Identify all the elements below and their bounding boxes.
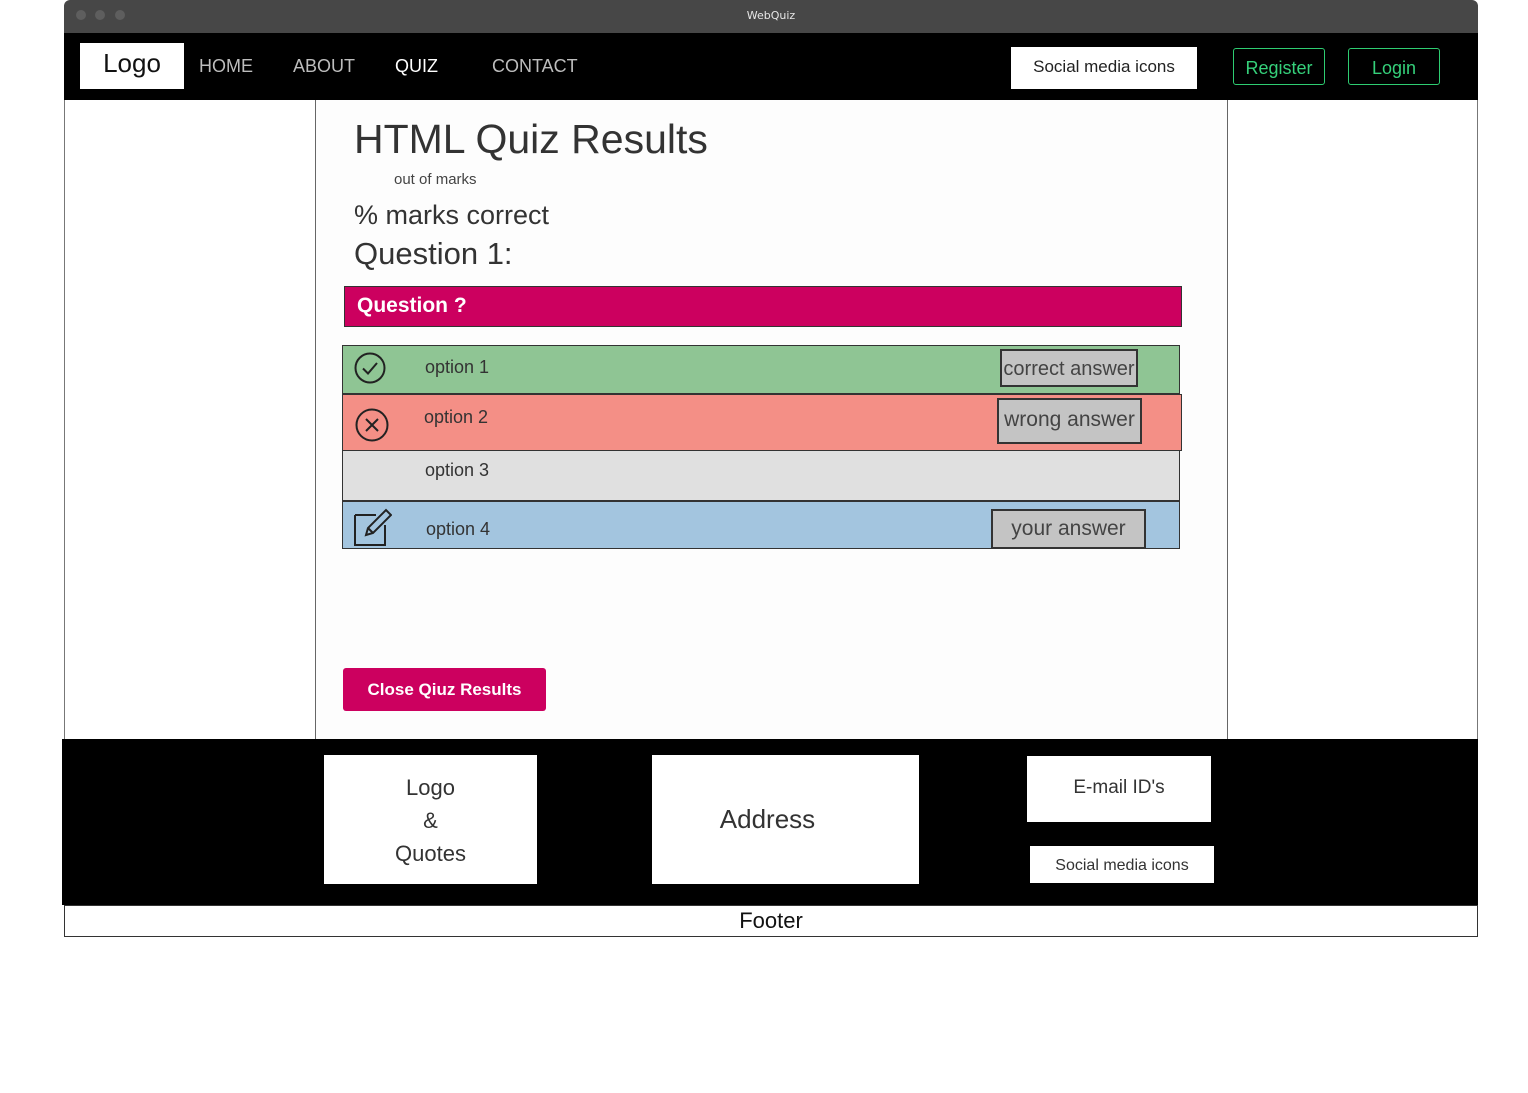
register-button[interactable]: Register: [1233, 48, 1325, 85]
footer-quotes-line: Quotes: [395, 841, 466, 866]
footer-address: Address: [652, 755, 919, 884]
login-button[interactable]: Login: [1348, 48, 1440, 85]
question-text: Question ?: [357, 294, 467, 317]
option-row-neutral: option 3: [342, 450, 1180, 501]
question-number: Question 1:: [354, 236, 513, 271]
footer-logo-line: Logo: [406, 775, 455, 800]
page-title: HTML Quiz Results: [354, 116, 708, 162]
question-bar: Question ?: [344, 286, 1182, 327]
footer-label: Footer: [64, 905, 1478, 937]
option-row-selected: option 4 your answer: [342, 501, 1180, 549]
option-row-correct: option 1 correct answer: [342, 345, 1180, 394]
navbar: Logo HOME ABOUT QUIZ CONTACT Social medi…: [64, 33, 1478, 100]
correct-answer-tag: correct answer: [1000, 349, 1138, 387]
wrong-answer-tag: wrong answer: [997, 398, 1142, 444]
footer-logo-quotes[interactable]: Logo & Quotes: [324, 755, 537, 884]
title-bar: WebQuiz: [64, 0, 1478, 33]
score-line: out of marks: [394, 171, 477, 188]
check-circle-icon: [354, 352, 386, 384]
results-panel: HTML Quiz Results out of marks % marks c…: [315, 100, 1228, 739]
option-label: option 2: [424, 407, 489, 427]
your-answer-tag: your answer: [991, 509, 1146, 549]
window-title: WebQuiz: [746, 9, 796, 22]
nav-link-contact[interactable]: CONTACT: [492, 56, 578, 77]
close-results-button[interactable]: Close Qiuz Results: [343, 668, 546, 711]
app-window: WebQuiz Logo HOME ABOUT QUIZ CONTACT Soc…: [62, 0, 1478, 939]
footer: Logo & Quotes Address E-mail ID's Social…: [62, 739, 1478, 905]
option-row-wrong: option 2 wrong answer: [342, 394, 1182, 451]
nav-social-media-icons[interactable]: Social media icons: [1011, 47, 1197, 89]
option-label: option 4: [426, 519, 491, 539]
nav-link-about[interactable]: ABOUT: [293, 56, 355, 77]
edit-icon: [354, 508, 392, 546]
footer-emails[interactable]: E-mail ID's: [1027, 756, 1211, 822]
footer-address-text: Address: [719, 804, 816, 834]
option-label: option 1: [425, 357, 490, 377]
nav-logo[interactable]: Logo: [80, 43, 184, 89]
x-circle-icon: [355, 408, 389, 442]
nav-link-quiz[interactable]: QUIZ: [395, 56, 438, 77]
main-content: HTML Quiz Results out of marks % marks c…: [64, 100, 1478, 739]
nav-link-home[interactable]: HOME: [199, 56, 253, 77]
percent-line: % marks correct: [354, 200, 550, 230]
option-label: option 3: [425, 460, 490, 480]
footer-amp-line: &: [423, 808, 438, 833]
footer-social-media-icons[interactable]: Social media icons: [1030, 846, 1214, 883]
